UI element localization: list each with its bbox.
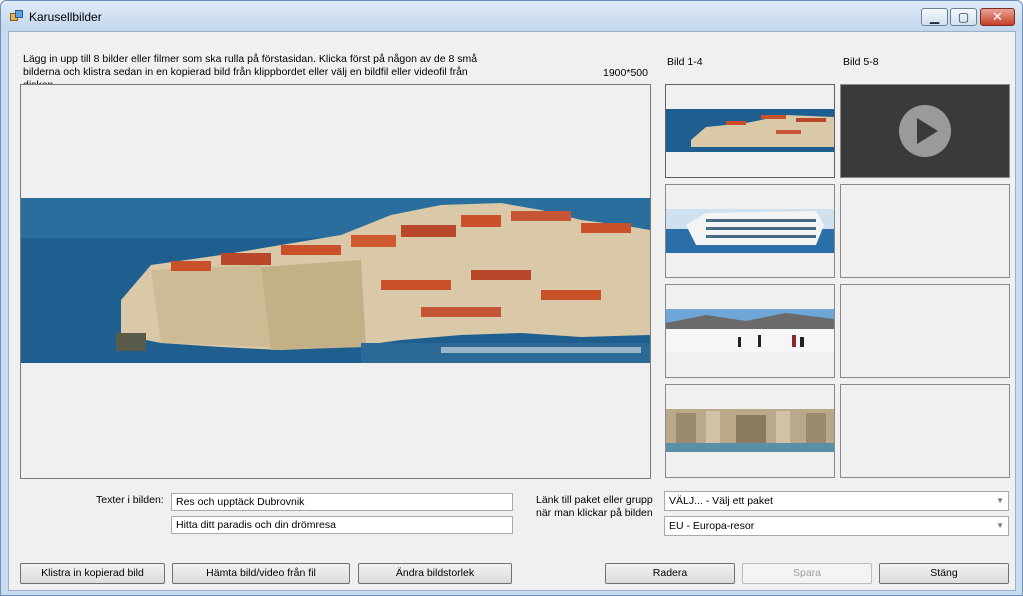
column-header-bild-1-4: Bild 1-4 [667,56,703,68]
image-preview [20,84,651,479]
column-header-bild-5-8: Bild 5-8 [843,56,879,68]
dubrovnik-thumbnail-image [666,109,834,152]
restore-icon: ▢ [957,10,970,24]
image-size-label: 1900*500 [603,67,648,79]
title-bar[interactable]: Karusellbilder ▁ ▢ ✕ [1,1,1022,31]
thumbnail-slot-4[interactable] [665,384,835,478]
chevron-down-icon: ▼ [996,496,1004,505]
thumbnail-slot-7[interactable] [840,284,1010,378]
link-label-line-2: när man klickar på bilden [536,507,653,519]
text-line-2-input[interactable]: Hitta ditt paradis och din drömresa [171,516,513,534]
close-icon: ✕ [992,9,1003,24]
group-select-value: EU - Europa-resor [669,520,755,532]
minimize-button[interactable]: ▁ [921,8,948,26]
dubrovnik-panorama-image [21,85,650,478]
video-play-icon [899,105,951,157]
load-from-file-button[interactable]: Hämta bild/video från fil [172,563,350,584]
thumbnail-slot-2[interactable] [665,184,835,278]
link-label-line-1: Länk till paket eller grupp [536,494,653,506]
maximize-button[interactable]: ▢ [950,8,977,26]
trevi-fountain-thumbnail-image [666,409,834,452]
app-window: Karusellbilder ▁ ▢ ✕ Lägg in upp till 8 … [0,0,1023,596]
package-select-value: VÄLJ... - Välj ett paket [669,495,773,507]
save-button[interactable]: Spara [742,563,872,584]
close-window-button[interactable]: ✕ [980,8,1015,26]
package-select[interactable]: VÄLJ... - Välj ett paket ▼ [664,491,1009,511]
thumbnail-slot-1[interactable] [665,84,835,178]
close-button[interactable]: Stäng [879,563,1009,584]
thumbnail-slot-3[interactable] [665,284,835,378]
group-select[interactable]: EU - Europa-resor ▼ [664,516,1009,536]
chevron-down-icon: ▼ [996,521,1004,530]
texts-label: Texter i bilden: [96,494,164,506]
ski-slope-thumbnail-image [666,309,834,352]
paste-image-button[interactable]: Klistra in kopierad bild [20,563,165,584]
delete-button[interactable]: Radera [605,563,735,584]
thumbnail-slot-5[interactable] [840,84,1010,178]
form-client-area: Lägg in upp till 8 bilder eller filmer s… [8,31,1016,591]
window-title: Karusellbilder [29,10,102,24]
thumbnail-slot-6[interactable] [840,184,1010,278]
resize-image-button[interactable]: Ändra bildstorlek [358,563,512,584]
app-icon [10,10,24,22]
cruise-ship-thumbnail-image [666,209,834,253]
minimize-icon: ▁ [929,10,940,24]
thumbnail-slot-8[interactable] [840,384,1010,478]
text-line-1-input[interactable]: Res och upptäck Dubrovnik [171,493,513,511]
